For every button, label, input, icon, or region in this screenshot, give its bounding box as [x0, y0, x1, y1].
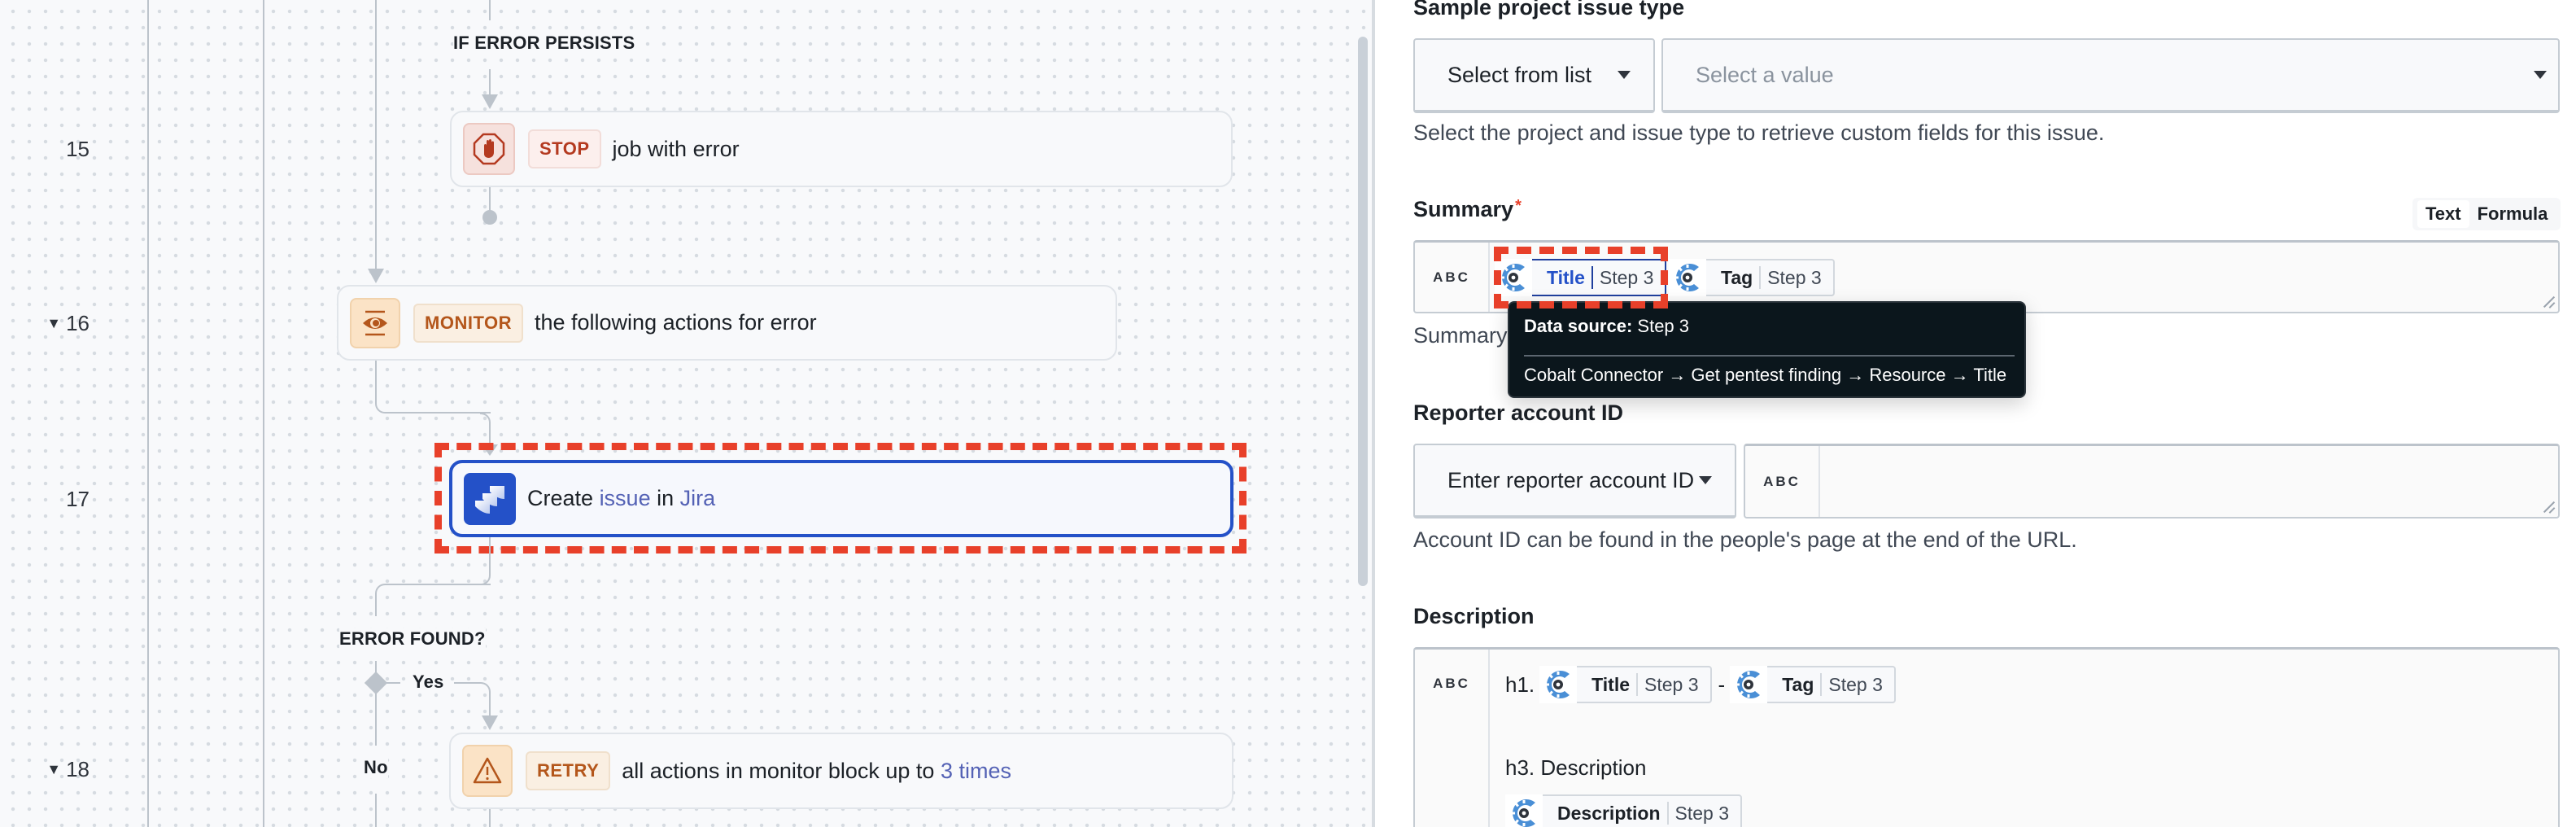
connector-line — [480, 537, 491, 585]
text-type-tag: ABC — [1415, 243, 1490, 312]
monitor-step-node[interactable]: MONITOR the following actions for error — [337, 285, 1117, 361]
connector-arrow — [482, 444, 498, 456]
connector-line — [489, 69, 491, 96]
data-source-tooltip: Data source: Step 3 Cobalt Connector → G… — [1508, 301, 2026, 398]
line-number-18[interactable]: ▼ 18 — [0, 757, 90, 782]
connector-line — [382, 682, 400, 684]
text-type-tag: ABC — [1745, 446, 1820, 517]
retry-step-node[interactable]: RETRY all actions in monitor block up to… — [449, 733, 1233, 809]
cobalt-connector-icon — [1505, 794, 1543, 827]
yes-branch-label: Yes — [413, 672, 444, 693]
sample-issue-type-help: Select the project and issue type to ret… — [1413, 120, 2105, 145]
summary-help: Summary — [1413, 323, 1508, 348]
description-label: Description — [1413, 604, 1535, 628]
nesting-line — [263, 0, 264, 827]
collapse-caret-icon[interactable]: ▼ — [46, 761, 61, 778]
summary-pill-tag[interactable]: Tag Step 3 — [1669, 259, 1835, 296]
issue-link[interactable]: issue — [600, 486, 651, 510]
connector-line — [489, 187, 491, 212]
monitor-step-text: the following actions for error — [534, 310, 817, 335]
resize-handle-icon[interactable] — [2542, 295, 2555, 308]
reporter-label: Reporter account ID — [1413, 400, 1624, 425]
warning-icon — [462, 745, 513, 797]
connector-line — [454, 682, 491, 716]
toggle-text-option[interactable]: Text — [2417, 200, 2469, 228]
reporter-mode-select[interactable]: Enter reporter account ID — [1413, 444, 1736, 519]
cobalt-connector-icon — [1730, 666, 1767, 703]
connector-line — [489, 809, 491, 827]
description-pill-description[interactable]: Description Step 3 — [1505, 794, 1743, 827]
connector-arrow — [368, 269, 384, 283]
step-config-panel: Sample project issue type Select from li… — [1375, 0, 2576, 827]
no-branch-label: No — [364, 757, 388, 778]
description-h1-line: h1. Title Step 3 - Tag Step 3 — [1505, 666, 1896, 703]
line-number-15: 15 — [66, 137, 90, 161]
connector-line — [480, 413, 491, 445]
sample-issue-type-label: Sample project issue type — [1413, 0, 1685, 20]
connector-arrow — [482, 715, 498, 730]
stop-step-node[interactable]: STOP job with error — [450, 111, 1233, 187]
stop-hand-icon — [463, 123, 515, 175]
required-mark: * — [1515, 197, 1522, 215]
line-number-16[interactable]: ▼ 16 — [0, 311, 90, 336]
connector-line — [375, 0, 377, 269]
monitor-badge: MONITOR — [413, 303, 523, 343]
gutter-divider — [147, 0, 149, 827]
reporter-account-id-input[interactable]: ABC — [1744, 444, 2560, 519]
tooltip-data-path: Cobalt Connector → Get pentest finding →… — [1524, 365, 2007, 385]
workflow-canvas[interactable]: 15 ▼ 16 17 ▼ 18 IF ERROR PERSISTS STOP job… — [0, 0, 1373, 827]
cobalt-connector-icon — [1495, 259, 1532, 296]
cobalt-connector-icon — [1669, 259, 1706, 296]
collapse-caret-icon[interactable]: ▼ — [46, 315, 61, 332]
connector-arrow — [482, 94, 498, 109]
error-found-label: ERROR FOUND? — [339, 628, 486, 650]
chevron-down-icon — [1618, 71, 1631, 79]
tooltip-divider — [1524, 355, 2015, 357]
description-pill-title[interactable]: Title Step 3 — [1539, 666, 1712, 703]
jira-step-text: Create issue in Jira — [527, 486, 716, 510]
description-h3-line: h3. Description — [1505, 755, 1647, 780]
reporter-help: Account ID can be found in the people's … — [1413, 527, 2077, 552]
summary-pill-title[interactable]: Title Step 3 — [1495, 259, 1667, 296]
connector-line — [375, 794, 377, 827]
connector-line — [375, 361, 491, 414]
description-pill-tag[interactable]: Tag Step 3 — [1730, 666, 1896, 703]
summary-label: Summary * — [1413, 197, 1522, 221]
line-number-17: 17 — [66, 487, 90, 511]
stop-badge: STOP — [528, 129, 601, 168]
sample-issue-type-value-select[interactable]: Select a value — [1661, 38, 2560, 113]
stop-step-text: job with error — [612, 136, 740, 161]
connector-line — [489, 0, 491, 20]
retry-badge: RETRY — [526, 751, 611, 790]
create-jira-issue-node[interactable]: Create issue in Jira — [449, 460, 1233, 537]
cobalt-connector-icon — [1539, 666, 1577, 703]
retry-count-link[interactable]: 3 times — [941, 759, 1011, 783]
retry-step-text: all actions in monitor block up to 3 tim… — [622, 758, 1011, 783]
toggle-formula-option[interactable]: Formula — [2469, 200, 2556, 228]
resize-handle-icon[interactable] — [2542, 501, 2555, 514]
if-error-persists-label: IF ERROR PERSISTS — [453, 33, 635, 54]
jira-link[interactable]: Jira — [680, 486, 716, 510]
chevron-down-icon — [1699, 476, 1712, 484]
end-dot — [482, 210, 497, 225]
chevron-down-icon — [2534, 71, 2547, 79]
summary-mode-toggle[interactable]: Text Formula — [2412, 198, 2561, 230]
eye-icon — [350, 297, 400, 348]
jira-icon — [464, 472, 516, 525]
canvas-scrollbar[interactable] — [1358, 37, 1368, 586]
connector-line — [375, 690, 377, 746]
connector-line — [375, 584, 491, 616]
sample-issue-type-mode-select[interactable]: Select from list — [1413, 38, 1655, 113]
text-type-tag: ABC — [1415, 650, 1490, 827]
